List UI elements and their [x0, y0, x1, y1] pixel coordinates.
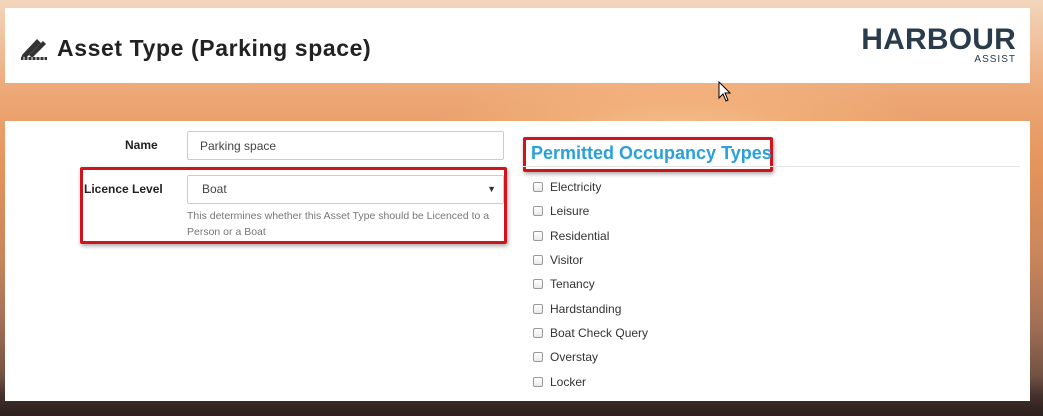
- occupancy-type-label: Residential: [550, 229, 610, 243]
- harbour-assist-logo[interactable]: HARBOUR ASSIST: [854, 24, 1016, 70]
- checkbox[interactable]: [533, 377, 543, 387]
- checkbox[interactable]: [533, 182, 543, 192]
- occupancy-type-residential[interactable]: Residential: [533, 226, 609, 246]
- name-input[interactable]: [187, 131, 504, 160]
- occupancy-type-label: Leisure: [550, 204, 590, 218]
- checkbox[interactable]: [533, 279, 543, 289]
- occupancy-type-visitor[interactable]: Visitor: [533, 250, 583, 270]
- checkbox[interactable]: [533, 206, 543, 216]
- occupancy-type-label: Boat Check Query: [550, 326, 649, 340]
- checkbox[interactable]: [533, 255, 543, 265]
- licence-level-help: This determines whether this Asset Type …: [187, 210, 490, 238]
- drafting-pencil-icon: [21, 39, 47, 60]
- asset-type-form-panel: Name Licence Level Boat ▼ This determine…: [5, 121, 1030, 401]
- occupancy-type-tenancy[interactable]: Tenancy: [533, 274, 595, 294]
- occupancy-type-hardstanding[interactable]: Hardstanding: [533, 299, 621, 319]
- licence-level-label: Licence Level: [84, 182, 163, 196]
- occupancy-type-label: Hardstanding: [550, 302, 622, 316]
- mouse-cursor-icon: [718, 81, 732, 102]
- checkbox[interactable]: [533, 352, 543, 362]
- licence-level-select[interactable]: Boat ▼: [187, 175, 504, 204]
- occupancy-type-electricity[interactable]: Electricity: [533, 177, 601, 197]
- logo-subtext: ASSIST: [974, 54, 1016, 65]
- occupancy-type-label: Electricity: [550, 180, 602, 194]
- permitted-occupancy-title: Permitted Occupancy Types: [531, 143, 772, 163]
- page-title: Asset Type (Parking space): [57, 34, 372, 61]
- occupancy-type-label: Tenancy: [550, 277, 595, 291]
- checkbox[interactable]: [533, 328, 543, 338]
- occupancy-type-label: Overstay: [550, 350, 599, 364]
- occupancy-type-overstay[interactable]: Overstay: [533, 347, 598, 367]
- checkbox[interactable]: [533, 304, 543, 314]
- title-group: Asset Type (Parking space): [19, 33, 371, 63]
- page-header: Asset Type (Parking space) HARBOUR ASSIS…: [5, 8, 1030, 83]
- occupancy-type-label: Locker: [550, 375, 587, 389]
- occupancy-type-boat-check-query[interactable]: Boat Check Query: [533, 323, 648, 343]
- checkbox[interactable]: [533, 231, 543, 241]
- licence-level-value: Boat: [202, 182, 227, 196]
- occupancy-type-leisure[interactable]: Leisure: [533, 201, 589, 221]
- occupancy-type-label: Visitor: [550, 253, 584, 267]
- logo-wordmark: HARBOUR: [861, 23, 1016, 56]
- section-divider: [523, 166, 1020, 167]
- caret-down-icon: ▼: [487, 184, 496, 194]
- occupancy-type-locker[interactable]: Locker: [533, 372, 586, 392]
- name-label: Name: [125, 138, 158, 152]
